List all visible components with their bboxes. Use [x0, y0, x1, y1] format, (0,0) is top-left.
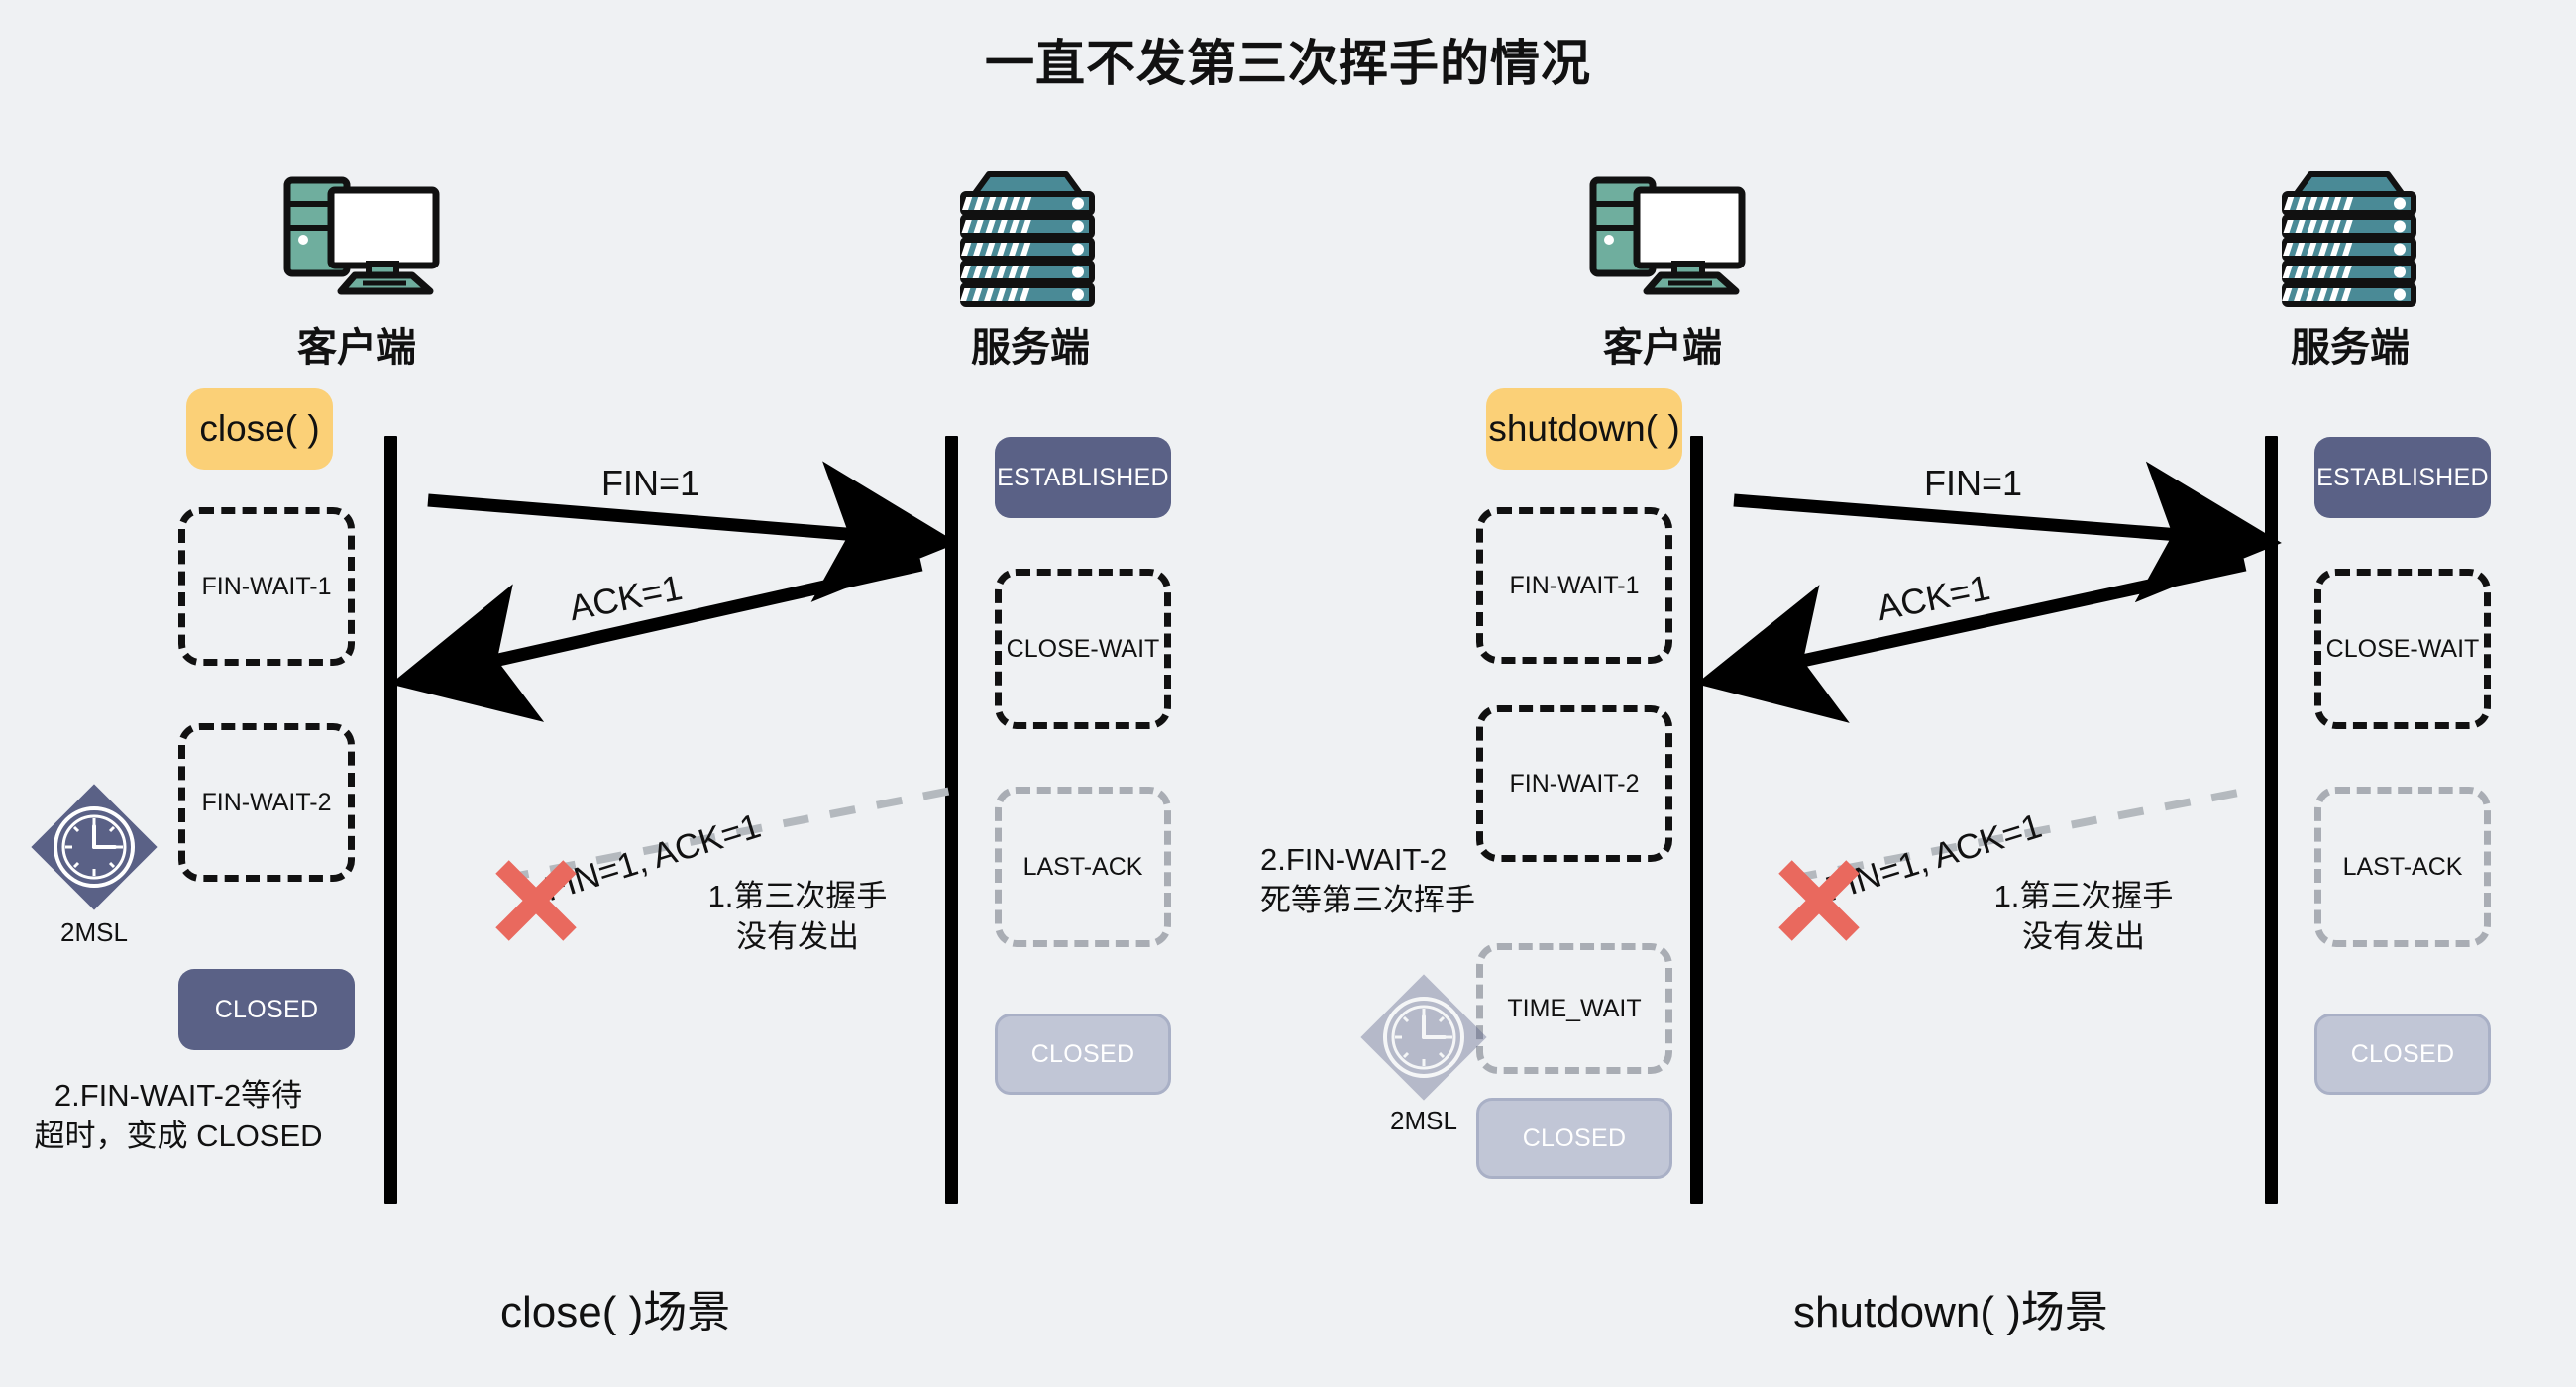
message-label-fin: FIN=1	[1924, 463, 2023, 503]
client-state-closed: CLOSED	[178, 969, 355, 1050]
server-state-established: ESTABLISHED	[995, 437, 1171, 518]
server-state-closed: CLOSED	[995, 1014, 1171, 1095]
clock-diamond-icon	[1360, 974, 1487, 1101]
client-state-fin-wait-2: FIN-WAIT-2	[1476, 705, 1672, 862]
server-state-established: ESTABLISHED	[2314, 437, 2491, 518]
server-state-last-ack: LAST-ACK	[2314, 787, 2491, 947]
blocked-note-line-2: 没有发出	[2022, 918, 2145, 954]
client-state-fin-wait-2: FIN-WAIT-2	[178, 723, 355, 882]
client-note-line-2: 超时，变成 CLOSED	[34, 1118, 323, 1153]
server-label: 服务端	[2291, 326, 2410, 370]
client-action-box[interactable]: close( )	[186, 388, 333, 470]
server-rack-icon	[953, 170, 1102, 307]
msl-timer: 2MSL	[30, 783, 159, 948]
clock-diamond-icon	[31, 784, 158, 910]
page-title: 一直不发第三次挥手的情况	[985, 36, 1591, 91]
diagram-canvas: 一直不发第三次挥手的情况 客户端 服务端 close() FIN-WAIT-1…	[0, 0, 2576, 1387]
message-label-fin: FIN=1	[601, 463, 700, 503]
client-state-fin-wait-1: FIN-WAIT-1	[1476, 507, 1672, 664]
client-state-fin-wait-1: FIN-WAIT-1	[178, 507, 355, 666]
client-label: 客户端	[297, 326, 416, 370]
blocked-note-line-1: 1.第三次握手	[1993, 879, 2174, 913]
blocked-note-line-1: 1.第三次握手	[707, 879, 888, 913]
client-lifeline	[1690, 436, 1703, 1204]
client-state-closed: CLOSED	[1476, 1098, 1672, 1179]
client-label: 客户端	[1603, 326, 1722, 370]
panel-caption-close: close( )场景	[500, 1288, 731, 1336]
server-rack-icon	[2275, 170, 2423, 307]
client-note: 2.FIN-WAIT-2 死等第三次挥手	[1260, 840, 1567, 921]
client-note-line-1: 2.FIN-WAIT-2	[1260, 842, 1448, 877]
server-state-closed: CLOSED	[2314, 1014, 2491, 1095]
client-lifeline	[384, 436, 397, 1204]
client-action-box[interactable]: shutdown( )	[1486, 388, 1682, 470]
client-note-line-1: 2.FIN-WAIT-2等待	[54, 1078, 303, 1113]
client-note: 2.FIN-WAIT-2等待 超时，变成 CLOSED	[0, 1076, 357, 1157]
msl-timer-label: 2MSL	[1390, 1106, 1457, 1135]
msl-timer	[1359, 973, 1488, 1102]
msl-timer-label: 2MSL	[60, 917, 128, 947]
server-label: 服务端	[971, 326, 1090, 370]
server-state-close-wait: CLOSE-WAIT	[995, 569, 1171, 729]
panel-caption-shutdown: shutdown( )场景	[1793, 1288, 2108, 1336]
server-state-close-wait: CLOSE-WAIT	[2314, 569, 2491, 729]
red-cross-icon	[1778, 860, 1860, 941]
red-cross-icon	[495, 860, 577, 941]
blocked-note-line-2: 没有发出	[736, 918, 859, 954]
blocked-note: 1.第三次握手 没有发出	[654, 877, 941, 958]
desktop-computer-icon	[283, 174, 442, 295]
blocked-note: 1.第三次握手 没有发出	[1940, 877, 2227, 958]
client-note-line-2: 死等第三次挥手	[1260, 882, 1475, 917]
client-state-time-wait: TIME_WAIT	[1476, 943, 1672, 1074]
desktop-computer-icon	[1589, 174, 1748, 295]
server-state-last-ack: LAST-ACK	[995, 787, 1171, 947]
